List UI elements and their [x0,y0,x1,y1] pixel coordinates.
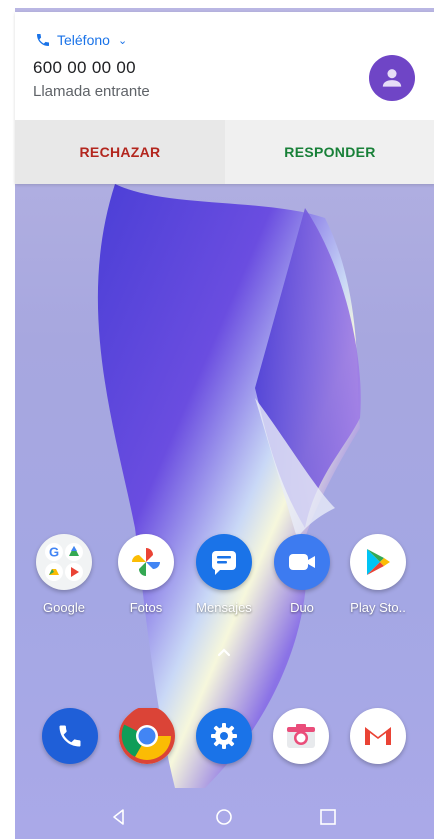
avatar [369,55,415,101]
incoming-call-notification[interactable]: Teléfono ⌄ 600 00 00 00 Llamada entrante… [15,12,434,184]
person-icon [382,69,402,87]
notification-actions: RECHAZAR RESPONDER [15,120,434,184]
app-play-store[interactable]: Play Sto.. [342,534,414,615]
gmail-icon[interactable] [350,708,406,764]
app-label: Mensajes [196,600,252,615]
home-icon[interactable] [214,807,234,827]
app-google[interactable]: G Google [28,534,100,615]
call-status: Llamada entrante [33,83,150,100]
app-label: Fotos [129,600,163,615]
play-store-icon [350,534,406,590]
reject-button[interactable]: RECHAZAR [15,120,225,184]
settings-icon[interactable] [196,708,252,764]
recents-icon[interactable] [318,807,338,827]
notification-header[interactable]: Teléfono ⌄ [35,32,127,48]
duo-icon [274,534,330,590]
app-duo[interactable]: Duo [266,534,338,615]
app-label: Play Sto.. [350,600,406,615]
app-photos[interactable]: Fotos [110,534,182,615]
svg-text:G: G [49,545,59,560]
caller-number: 600 00 00 00 [33,58,136,77]
phone-icon [37,34,49,46]
app-messages[interactable]: Mensajes [188,534,260,615]
back-icon[interactable] [109,807,129,827]
phone-app-icon[interactable] [42,708,98,764]
chevron-up-icon[interactable] [214,642,234,662]
chrome-icon[interactable] [119,708,175,764]
camera-icon[interactable] [273,708,329,764]
chevron-down-icon[interactable]: ⌄ [118,34,127,47]
app-label: Duo [290,600,314,615]
photos-icon [118,534,174,590]
google-folder-icon: G [36,534,92,590]
messages-icon [196,534,252,590]
app-label: Google [43,600,85,615]
navigation-bar [15,795,434,839]
notification-app-name: Teléfono [57,32,110,48]
answer-button[interactable]: RESPONDER [225,120,434,184]
